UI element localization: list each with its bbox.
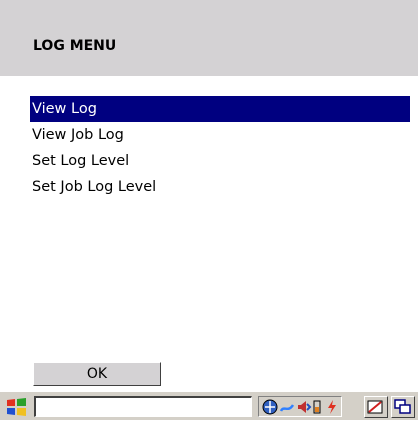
taskbar (0, 391, 418, 420)
taskbar-active-window[interactable] (34, 396, 252, 417)
menu-item-set-job-log-level[interactable]: Set Job Log Level (30, 174, 410, 200)
power-icon[interactable] (325, 399, 339, 415)
ok-button[interactable]: OK (33, 362, 161, 386)
menu-item-view-job-log[interactable]: View Job Log (30, 122, 410, 148)
input-panel-icon (367, 400, 383, 414)
switch-window-icon (394, 399, 411, 414)
page-title: LOG MENU (33, 38, 117, 54)
network-icon[interactable] (262, 399, 278, 415)
input-panel-button[interactable] (364, 396, 388, 418)
log-menu-list: View Log View Job Log Set Log Level Set … (30, 96, 410, 200)
menu-item-view-log[interactable]: View Log (30, 96, 410, 122)
battery-icon[interactable] (312, 399, 322, 415)
system-tray (258, 396, 342, 417)
menu-item-set-log-level[interactable]: Set Log Level (30, 148, 410, 174)
volume-icon[interactable] (296, 399, 312, 415)
connection-icon[interactable] (279, 399, 295, 415)
windows-flag-icon[interactable] (4, 397, 30, 417)
switch-window-button[interactable] (391, 396, 415, 418)
title-bar: LOG MENU (0, 0, 418, 76)
